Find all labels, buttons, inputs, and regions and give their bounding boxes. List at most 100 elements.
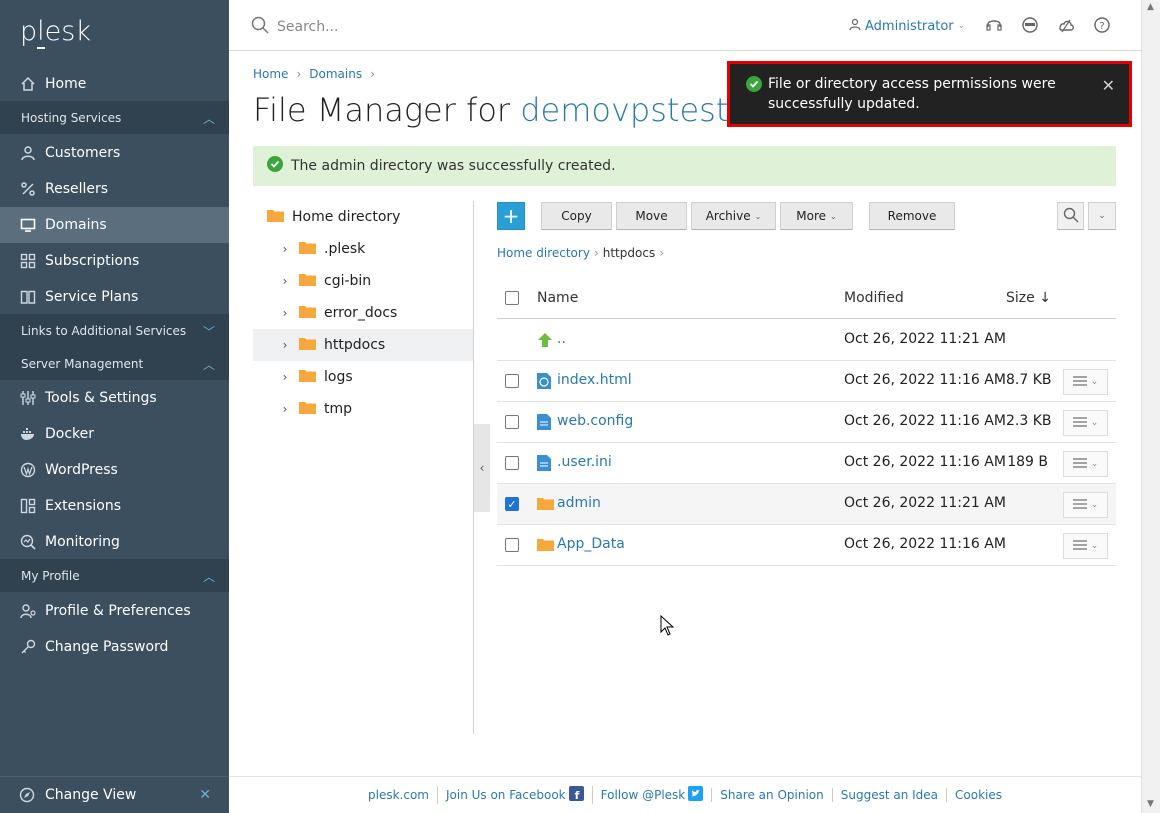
path-root[interactable]: Home directory bbox=[497, 246, 590, 260]
add-button[interactable]: + bbox=[497, 202, 525, 230]
nav-service-plans[interactable]: Service Plans bbox=[0, 279, 229, 315]
breadcrumb-domains[interactable]: Domains bbox=[309, 67, 362, 81]
chevron-right-icon: › bbox=[370, 67, 375, 81]
file-name[interactable]: App_Data bbox=[557, 536, 625, 552]
remove-button[interactable]: Remove bbox=[869, 202, 955, 230]
tree-collapse-handle[interactable]: ‹ bbox=[474, 424, 490, 512]
table-row[interactable]: App_Data Oct 26, 2022 11:16 AM ⌄ bbox=[497, 525, 1116, 566]
row-actions-button[interactable]: ⌄ bbox=[1063, 492, 1108, 518]
help-icon[interactable]: ? bbox=[1092, 15, 1111, 34]
more-button[interactable]: More ⌄ bbox=[780, 202, 853, 230]
footer-link-idea[interactable]: Suggest an Idea bbox=[831, 788, 946, 802]
nav-service-plans-label: Service Plans bbox=[45, 289, 139, 305]
chevron-right-icon[interactable]: › bbox=[277, 402, 293, 416]
row-actions-button[interactable]: ⌄ bbox=[1063, 451, 1108, 477]
tree-item[interactable]: › error_docs bbox=[253, 297, 473, 329]
copy-button[interactable]: Copy bbox=[541, 202, 612, 230]
group-my-profile[interactable]: My Profile ︿ bbox=[0, 559, 229, 592]
chevron-right-icon[interactable]: › bbox=[277, 274, 293, 288]
table-row[interactable]: ✓ admin Oct 26, 2022 11:21 AM ⌄ bbox=[497, 484, 1116, 525]
row-actions-button[interactable]: ⌄ bbox=[1063, 410, 1108, 436]
move-button[interactable]: Move bbox=[616, 202, 687, 230]
header-size[interactable]: Size ↓ bbox=[1006, 290, 1051, 306]
file-name[interactable]: index.html bbox=[557, 372, 632, 388]
nav-resellers[interactable]: Resellers bbox=[0, 171, 229, 207]
hamburger-icon bbox=[1072, 457, 1087, 471]
chevron-right-icon[interactable]: › bbox=[277, 370, 293, 384]
row-checkbox[interactable] bbox=[505, 415, 519, 429]
row-actions-button[interactable]: ⌄ bbox=[1063, 369, 1108, 395]
tree-item[interactable]: › cgi-bin bbox=[253, 265, 473, 297]
chevron-right-icon[interactable]: › bbox=[277, 306, 293, 320]
page-scrollbar[interactable]: ▲ ▼ bbox=[1141, 0, 1160, 813]
nav-wordpress[interactable]: WordPress bbox=[0, 452, 229, 488]
nav-extensions[interactable]: Extensions bbox=[0, 488, 229, 524]
nav-home[interactable]: Home bbox=[0, 66, 229, 102]
scroll-down-icon[interactable]: ▼ bbox=[1147, 799, 1154, 809]
row-checkbox[interactable] bbox=[505, 456, 519, 470]
tree-item[interactable]: › .plesk bbox=[253, 233, 473, 265]
close-icon[interactable]: ✕ bbox=[1102, 76, 1115, 96]
tree-item-label: logs bbox=[324, 369, 353, 385]
table-row[interactable]: index.html Oct 26, 2022 11:16 AM 8.7 KB … bbox=[497, 361, 1116, 402]
archive-button[interactable]: Archive ⌄ bbox=[691, 202, 776, 230]
footer-link-cookies[interactable]: Cookies bbox=[946, 788, 1010, 802]
nav-change-password[interactable]: Change Password bbox=[0, 629, 229, 665]
footer-link-facebook[interactable]: Join Us on Facebook f bbox=[436, 786, 592, 804]
footer-link-plesk[interactable]: plesk.com bbox=[360, 788, 437, 802]
chevron-right-icon[interactable]: › bbox=[277, 338, 293, 352]
support-icon[interactable] bbox=[984, 15, 1003, 34]
table-row[interactable]: .. Oct 26, 2022 11:21 AM bbox=[497, 320, 1116, 361]
nav-customers[interactable]: Customers bbox=[0, 135, 229, 171]
tree-item-selected[interactable]: › httpdocs bbox=[253, 329, 473, 361]
breadcrumb-home[interactable]: Home bbox=[253, 67, 288, 81]
nav-extensions-label: Extensions bbox=[45, 498, 122, 514]
tree-item[interactable]: › logs bbox=[253, 361, 473, 393]
more-label: More bbox=[796, 209, 827, 223]
footer-link-twitter[interactable]: Follow @Plesk bbox=[591, 786, 712, 804]
facebook-icon: f bbox=[568, 786, 584, 804]
page-title-domain[interactable]: demovpstest.co bbox=[520, 91, 733, 129]
file-name[interactable]: .. bbox=[557, 331, 566, 347]
group-hosting-services[interactable]: Hosting Services ︿ bbox=[0, 101, 229, 134]
search-toggle-button[interactable] bbox=[1057, 202, 1084, 230]
row-checkbox[interactable] bbox=[505, 538, 519, 552]
file-name[interactable]: web.config bbox=[557, 413, 633, 429]
nav-monitoring[interactable]: Monitoring bbox=[0, 524, 229, 560]
nav-profile-preferences[interactable]: Profile & Preferences bbox=[0, 593, 229, 629]
tree-item[interactable]: › tmp bbox=[253, 393, 473, 425]
nav-domains[interactable]: Domains bbox=[0, 207, 229, 243]
row-checkbox-checked[interactable]: ✓ bbox=[505, 497, 519, 511]
footer-link-opinion[interactable]: Share an Opinion bbox=[711, 788, 832, 802]
search-box[interactable]: Search... bbox=[251, 16, 338, 38]
chevron-up-icon: ︿ bbox=[202, 570, 215, 584]
nav-docker[interactable]: Docker bbox=[0, 416, 229, 452]
group-links-additional-services[interactable]: Links to Additional Services ﹀ bbox=[0, 314, 229, 347]
options-dropdown-button[interactable]: ⌄ bbox=[1088, 202, 1116, 230]
header-modified[interactable]: Modified bbox=[844, 290, 904, 306]
cloud-icon[interactable] bbox=[1056, 15, 1075, 34]
chevron-right-icon[interactable]: › bbox=[277, 242, 293, 256]
nav-tools-settings[interactable]: Tools & Settings bbox=[0, 380, 229, 416]
row-actions-button[interactable]: ⌄ bbox=[1063, 533, 1108, 559]
group-server-management[interactable]: Server Management ︿ bbox=[0, 347, 229, 380]
header-name[interactable]: Name bbox=[537, 290, 578, 306]
nav-subscriptions[interactable]: Subscriptions bbox=[0, 243, 229, 279]
table-row[interactable]: .user.ini Oct 26, 2022 11:16 AM 189 B ⌄ bbox=[497, 443, 1116, 484]
change-view[interactable]: Change View ✕ bbox=[0, 776, 229, 813]
select-all-checkbox[interactable] bbox=[505, 291, 519, 305]
search-input[interactable]: Search... bbox=[277, 19, 338, 35]
file-name[interactable]: .user.ini bbox=[557, 454, 612, 470]
folder-icon bbox=[537, 537, 554, 555]
user-menu[interactable]: Administrator ⌄ bbox=[849, 18, 965, 34]
tree-root[interactable]: Home directory bbox=[253, 201, 473, 233]
scroll-up-icon[interactable]: ▲ bbox=[1147, 2, 1154, 12]
row-checkbox[interactable] bbox=[505, 374, 519, 388]
file-name[interactable]: admin bbox=[557, 495, 601, 511]
ninja-icon[interactable] bbox=[1020, 15, 1039, 34]
compass-icon bbox=[19, 786, 37, 804]
plesk-logo[interactable]: plesk bbox=[20, 16, 91, 49]
folder-icon bbox=[299, 400, 316, 418]
table-row[interactable]: web.config Oct 26, 2022 11:16 AM 2.3 KB … bbox=[497, 402, 1116, 443]
close-icon[interactable]: ✕ bbox=[199, 787, 211, 803]
